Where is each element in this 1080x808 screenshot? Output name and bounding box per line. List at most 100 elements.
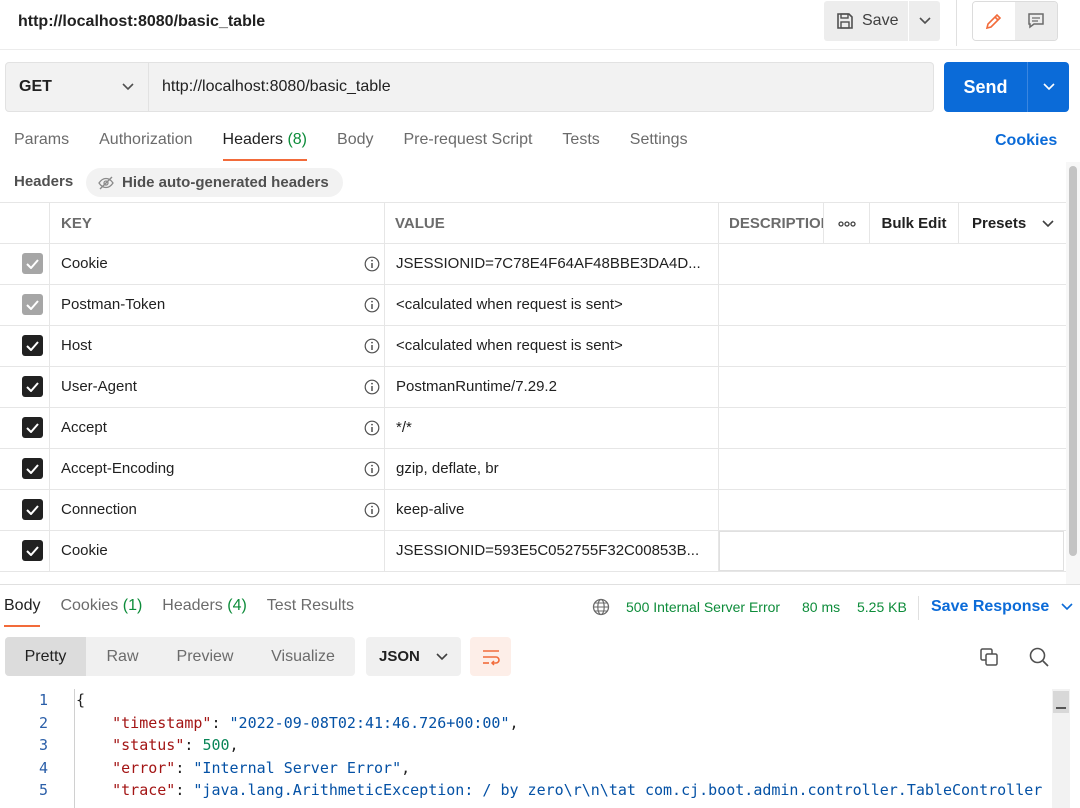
header-value[interactable]: <calculated when request is sent>	[396, 296, 710, 313]
tab-settings[interactable]: Settings	[630, 131, 688, 161]
response-size[interactable]: 5.25 KB	[857, 599, 907, 615]
comment-mode-button[interactable]	[1015, 2, 1057, 40]
globe-icon[interactable]	[592, 598, 610, 616]
view-preview-button[interactable]: Preview	[159, 637, 251, 676]
send-button[interactable]: Send	[944, 62, 1027, 112]
header-value[interactable]: <calculated when request is sent>	[396, 337, 710, 354]
checkmark-icon	[26, 340, 39, 351]
column-divider	[384, 326, 385, 366]
row-checkbox[interactable]	[22, 376, 43, 397]
header-value[interactable]: PostmanRuntime/7.29.2	[396, 378, 710, 395]
info-icon[interactable]	[364, 502, 380, 518]
edit-mode-button[interactable]	[973, 2, 1015, 40]
header-key[interactable]: Cookie	[61, 255, 108, 272]
code-text: {	[76, 691, 86, 709]
code-text: "status": 500,	[112, 736, 239, 754]
mode-toggle	[972, 1, 1058, 41]
bulk-edit-button[interactable]: Bulk Edit	[869, 203, 958, 244]
send-options-button[interactable]	[1027, 62, 1069, 112]
code-scrollbar[interactable]	[1052, 689, 1070, 808]
tab-authorization[interactable]: Authorization	[99, 131, 192, 161]
column-divider	[384, 244, 385, 284]
header-value[interactable]: JSESSIONID=593E5C052755F32C00853B...	[396, 542, 710, 559]
save-button[interactable]: Save	[824, 1, 908, 41]
top-bar: http://localhost:8080/basic_table Save	[0, 0, 1080, 50]
code-text: "timestamp": "2022-09-08T02:41:46.726+00…	[112, 713, 519, 732]
table-row: Accept-Encoding gzip, deflate, br	[0, 449, 1066, 490]
response-body-code[interactable]: 1{ 2 "timestamp": "2022-09-08T02:41:46.7…	[0, 689, 1052, 808]
response-status[interactable]: 500 Internal Server Error	[626, 599, 780, 615]
tab-response-headers[interactable]: Headers (4)	[162, 597, 247, 627]
info-icon[interactable]	[364, 420, 380, 436]
headers-table: KEY VALUE DESCRIPTION Bulk Edit Presets …	[0, 202, 1066, 572]
scrollbar-thumb[interactable]	[1053, 691, 1069, 713]
response-time[interactable]: 80 ms	[802, 599, 840, 615]
column-divider	[384, 408, 385, 448]
header-key[interactable]: Host	[61, 337, 92, 354]
more-options-button[interactable]	[823, 203, 869, 244]
header-key[interactable]: Postman-Token	[61, 296, 165, 313]
tab-params[interactable]: Params	[14, 131, 69, 161]
info-icon[interactable]	[364, 379, 380, 395]
info-icon[interactable]	[364, 256, 380, 272]
info-icon[interactable]	[364, 297, 380, 313]
tab-response-body[interactable]: Body	[4, 597, 41, 627]
table-scrollbar[interactable]	[1066, 162, 1080, 584]
format-select[interactable]: JSON	[366, 637, 461, 676]
scrollbar-thumb[interactable]	[1069, 166, 1077, 556]
presets-dropdown[interactable]: Presets	[958, 203, 1066, 244]
save-group: Save	[824, 1, 940, 41]
header-key[interactable]: Accept-Encoding	[61, 460, 174, 477]
save-response-label: Save Response	[931, 598, 1050, 615]
request-title[interactable]: http://localhost:8080/basic_table	[18, 13, 265, 31]
row-checkbox[interactable]	[22, 253, 43, 274]
tab-label: Settings	[629, 131, 688, 148]
header-value[interactable]: gzip, deflate, br	[396, 460, 710, 477]
row-checkbox[interactable]	[22, 335, 43, 356]
column-divider	[49, 285, 50, 325]
row-checkbox[interactable]	[22, 417, 43, 438]
header-key[interactable]: Connection	[61, 501, 137, 518]
description-input[interactable]	[719, 531, 1064, 571]
save-icon	[837, 13, 853, 29]
header-key[interactable]: Accept	[61, 419, 107, 436]
response-tabs: Body Cookies (1) Headers (4) Test Result…	[4, 597, 374, 627]
row-checkbox[interactable]	[22, 458, 43, 479]
column-header-value: VALUE	[395, 215, 445, 232]
tab-tests[interactable]: Tests	[562, 131, 599, 161]
table-row: Host <calculated when request is sent>	[0, 326, 1066, 367]
tab-pre-request-script[interactable]: Pre-request Script	[403, 131, 532, 161]
cookies-link[interactable]: Cookies	[995, 132, 1057, 150]
tab-label: Params	[14, 131, 70, 148]
copy-icon[interactable]	[978, 646, 1000, 668]
save-response-button[interactable]: Save Response	[931, 598, 1073, 616]
tab-body[interactable]: Body	[337, 131, 373, 161]
tab-label: Test Results	[266, 597, 354, 614]
row-checkbox[interactable]	[22, 294, 43, 315]
view-pretty-button[interactable]: Pretty	[5, 637, 86, 676]
column-divider	[49, 203, 50, 243]
row-checkbox[interactable]	[22, 499, 43, 520]
view-raw-button[interactable]: Raw	[86, 637, 159, 676]
header-value[interactable]: JSESSIONID=7C78E4F64AF48BBE3DA4D...	[396, 255, 710, 272]
view-visualize-button[interactable]: Visualize	[251, 637, 355, 676]
tab-response-cookies[interactable]: Cookies (1)	[60, 597, 142, 627]
tab-test-results[interactable]: Test Results	[267, 597, 354, 627]
header-key[interactable]: User-Agent	[61, 378, 137, 395]
header-value[interactable]: */*	[396, 419, 710, 436]
tab-label: Tests	[562, 131, 600, 148]
tab-headers[interactable]: Headers (8)	[222, 131, 307, 161]
header-key[interactable]: Cookie	[61, 542, 108, 559]
url-input[interactable]: http://localhost:8080/basic_table	[149, 62, 934, 112]
info-icon[interactable]	[364, 461, 380, 477]
wrap-lines-button[interactable]	[470, 637, 511, 676]
method-select[interactable]: GET	[5, 62, 149, 112]
info-icon[interactable]	[364, 338, 380, 354]
save-options-button[interactable]	[909, 1, 940, 41]
row-checkbox[interactable]	[22, 540, 43, 561]
checkmark-icon	[26, 504, 39, 515]
column-divider	[49, 531, 50, 571]
search-icon[interactable]	[1028, 646, 1050, 668]
hide-auto-headers-button[interactable]: Hide auto-generated headers	[86, 168, 343, 197]
header-value[interactable]: keep-alive	[396, 501, 710, 518]
